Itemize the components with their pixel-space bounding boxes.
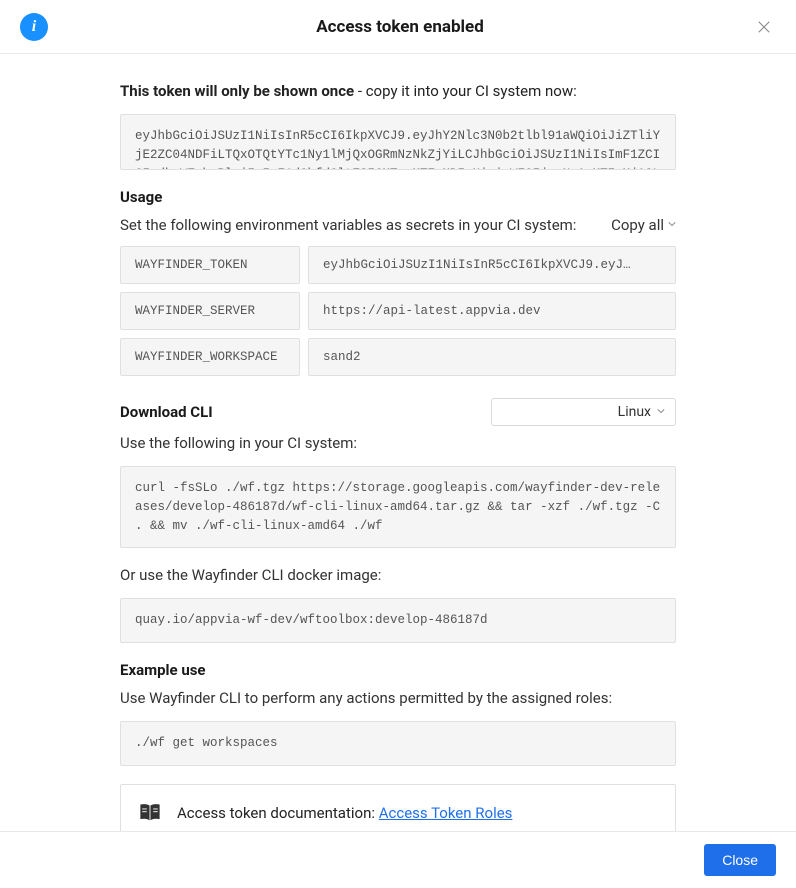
modal-title: Access token enabled [316,17,484,37]
cli-instruction: Use the following in your CI system: [120,434,676,452]
close-button[interactable]: Close [704,844,776,876]
env-value[interactable]: https://api-latest.appvia.dev [308,292,676,330]
copy-all-button[interactable]: Copy all [611,216,676,234]
download-row: Download CLI Linux [120,398,676,426]
close-icon[interactable] [752,15,776,39]
doc-text: Access token documentation: Access Token… [177,804,512,822]
usage-instruction: Set the following environment variables … [120,216,576,234]
curl-command-box[interactable]: curl -fsSLo ./wf.tgz https://storage.goo… [120,466,676,548]
env-key[interactable]: WAYFINDER_SERVER [120,292,300,330]
env-value[interactable]: eyJhbGciOiJSUzI1NiIsInR5cCI6IkpXVCJ9.eyJ… [308,246,676,284]
table-row: WAYFINDER_TOKEN eyJhbGciOiJSUzI1NiIsInR5… [120,246,676,284]
token-notice-bold: This token will only be shown once [120,82,354,100]
usage-heading: Usage [120,188,676,206]
env-key[interactable]: WAYFINDER_TOKEN [120,246,300,284]
table-row: WAYFINDER_WORKSPACE sand2 [120,338,676,376]
doc-link[interactable]: Access Token Roles [379,804,513,822]
copy-all-label: Copy all [611,216,664,234]
os-select[interactable]: Linux [491,398,676,426]
docker-image-box[interactable]: quay.io/appvia-wf-dev/wftoolbox:develop-… [120,598,676,643]
chevron-down-icon [668,221,676,229]
token-value-box[interactable]: eyJhbGciOiJSUzI1NiIsInR5cCI6IkpXVCJ9.eyJ… [120,114,676,170]
table-row: WAYFINDER_SERVER https://api-latest.appv… [120,292,676,330]
example-command-box[interactable]: ./wf get workspaces [120,721,676,766]
download-cli-heading: Download CLI [120,403,213,421]
token-notice: This token will only be shown once - cop… [120,82,676,100]
env-key[interactable]: WAYFINDER_WORKSPACE [120,338,300,376]
example-heading: Example use [120,661,676,679]
book-icon [139,803,161,823]
doc-prefix: Access token documentation: [177,804,379,822]
usage-row: Set the following environment variables … [120,216,676,234]
chevron-down-icon [657,408,665,416]
modal-header: i Access token enabled [0,0,796,54]
docker-label: Or use the Wayfinder CLI docker image: [120,566,676,584]
modal-body: This token will only be shown once - cop… [0,54,796,862]
env-value[interactable]: sand2 [308,338,676,376]
modal-footer: Close [0,831,796,888]
info-icon: i [20,13,48,41]
example-instruction: Use Wayfinder CLI to perform any actions… [120,689,676,707]
env-table: WAYFINDER_TOKEN eyJhbGciOiJSUzI1NiIsInR5… [120,246,676,376]
token-notice-rest: - copy it into your CI system now: [354,82,577,100]
os-select-value: Linux [618,404,651,420]
